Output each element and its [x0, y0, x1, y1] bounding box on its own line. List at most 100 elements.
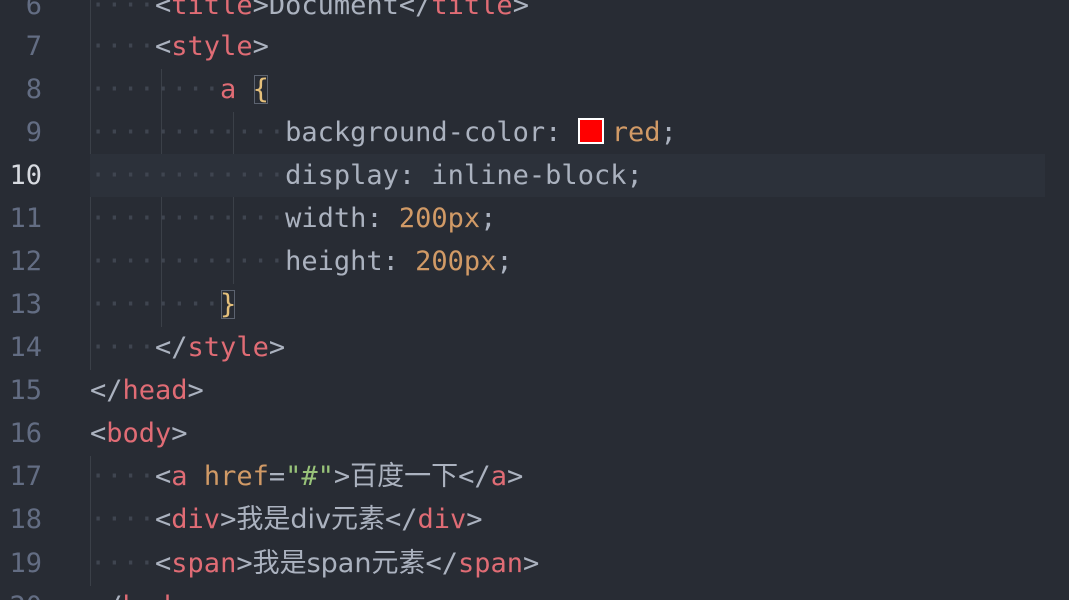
tag-open-bracket: </ [155, 332, 188, 363]
tag-name: span [171, 548, 237, 579]
line-number: 18 [9, 504, 42, 535]
code-content[interactable]: ····<style> [90, 25, 269, 68]
tag-name: style [187, 332, 269, 363]
line-number: 10 [9, 160, 42, 191]
code-line[interactable]: 20 </body> [0, 585, 1069, 600]
indent-dots: ···· [90, 0, 156, 21]
css-property: display [285, 160, 399, 191]
attribute-name: href [203, 461, 269, 492]
line-number: 6 [25, 0, 42, 21]
code-content[interactable]: ············background-color: red; [90, 111, 677, 154]
tag-text: 我是div元素 [236, 504, 385, 535]
css-semicolon: ; [480, 203, 497, 234]
line-number: 16 [9, 418, 42, 449]
code-content[interactable]: ········} [90, 283, 236, 326]
tag-name: body [123, 591, 188, 600]
css-semicolon: ; [496, 246, 513, 277]
code-line[interactable]: 17 ····<a href="#">百度一下</a> [0, 455, 1069, 498]
code-line[interactable]: 18 ····<div>我是div元素</div> [0, 498, 1069, 541]
tag-open-bracket: </ [90, 375, 123, 406]
color-swatch-icon[interactable] [577, 118, 604, 144]
css-colon: : [382, 246, 416, 277]
end-tag-name: div [417, 504, 467, 535]
open-brace: { [252, 74, 269, 105]
code-content[interactable]: ············display: inline-block; [90, 154, 643, 197]
css-colon: : [398, 160, 432, 191]
tag-open-bracket: </ [90, 591, 123, 600]
tag-open-bracket: < [155, 31, 172, 62]
line-number: 20 [0, 585, 42, 600]
attribute-equals: = [268, 461, 286, 492]
end-tag-close: > [466, 504, 483, 535]
tag-close-bracket: > [333, 461, 351, 492]
end-tag-name: span [457, 548, 524, 579]
end-tag-open: </ [458, 461, 491, 492]
tag-name: div [171, 504, 221, 535]
line-number: 8 [25, 74, 42, 105]
code-content[interactable]: ····<div>我是div元素</div> [90, 498, 483, 541]
tag-close-bracket: > [188, 591, 204, 600]
css-semicolon: ; [626, 160, 643, 191]
tag-name: style [171, 31, 253, 62]
code-line[interactable]: 11 ············width: 200px; [0, 197, 1069, 240]
code-line-active[interactable]: 10 ············display: inline-block; [0, 154, 1069, 198]
indent-dots: ···· [90, 461, 156, 492]
code-content[interactable]: ····<title>Document</title> [90, 0, 529, 27]
code-line[interactable]: 14 ····</style> [0, 326, 1069, 369]
end-tag-close: > [523, 548, 540, 579]
tag-name: head [122, 375, 188, 406]
tag-close-bracket: > [252, 0, 269, 21]
end-tag-name: a [490, 461, 507, 492]
tag-open-bracket: < [155, 504, 172, 535]
code-content[interactable]: <body> [90, 412, 188, 455]
code-content[interactable]: ············height: 200px; [90, 240, 513, 283]
tag-close-bracket: > [187, 375, 204, 406]
css-colon: : [545, 117, 578, 148]
indent-dots: ···· [90, 504, 156, 535]
css-value: red [611, 117, 661, 148]
code-line[interactable]: 12 ············height: 200px; [0, 240, 1069, 283]
tag-open-bracket: < [155, 0, 172, 21]
end-tag-name: title [431, 0, 513, 21]
code-editor[interactable]: 6 ····<title>Document</title> 7 ····<sty… [0, 0, 1069, 600]
css-property: height [285, 246, 383, 277]
end-tag-close: > [512, 0, 529, 21]
css-property: background-color [285, 117, 546, 148]
tag-text: Document [268, 0, 399, 21]
css-semicolon: ; [660, 117, 677, 148]
tag-close-bracket: > [171, 418, 188, 449]
line-number: 11 [9, 203, 42, 234]
end-tag-open: </ [398, 0, 432, 21]
line-number: 12 [9, 246, 42, 277]
indent-dots: ···· [90, 332, 156, 363]
end-tag-open: </ [425, 548, 458, 579]
code-line[interactable]: 19 ····<span>我是span元素</span> [0, 542, 1069, 585]
code-content[interactable]: ····<span>我是span元素</span> [90, 542, 539, 585]
css-value: 200px [415, 246, 497, 277]
tag-name: title [171, 0, 253, 21]
code-content[interactable]: </head> [90, 369, 204, 412]
code-line[interactable]: 8 ········a { [0, 68, 1069, 111]
tag-open-bracket: < [155, 548, 172, 579]
code-content[interactable]: ····</style> [90, 326, 285, 369]
code-line[interactable]: 7 ····<style> [0, 25, 1069, 68]
line-number: 15 [9, 375, 42, 406]
code-content[interactable]: ············width: 200px; [90, 197, 496, 240]
line-number: 19 [9, 548, 42, 579]
tag-close-bracket: > [268, 332, 286, 363]
indent-dots: ···· [90, 548, 156, 579]
code-line[interactable]: 6 ····<title>Document</title> [0, 0, 1069, 27]
code-line[interactable]: 16 <body> [0, 412, 1069, 455]
tag-text: 百度一下 [350, 461, 459, 492]
code-line[interactable]: 9 ············background-color: red; [0, 111, 1069, 154]
code-line[interactable]: 13 ········} [0, 283, 1069, 326]
code-line[interactable]: 15 </head> [0, 369, 1069, 412]
tag-open-bracket: < [90, 418, 107, 449]
line-number: 7 [25, 31, 42, 62]
indent-dots: ············ [90, 117, 286, 148]
code-content[interactable]: ····<a href="#">百度一下</a> [90, 455, 523, 498]
code-content[interactable]: ········a { [90, 68, 269, 111]
css-selector: a [220, 74, 237, 105]
code-content[interactable]: </body> [90, 585, 204, 600]
tag-close-bracket: > [252, 31, 269, 62]
